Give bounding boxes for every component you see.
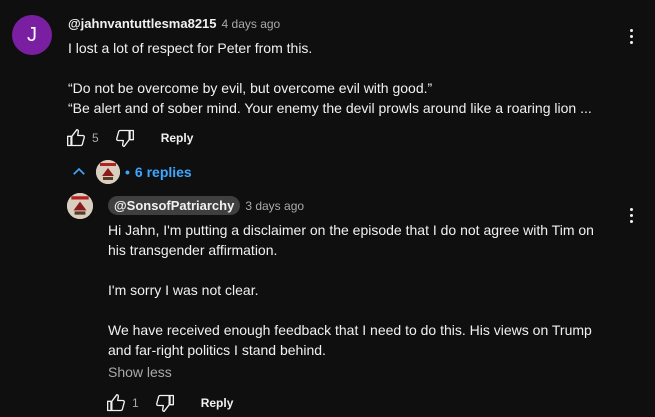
thumb-up-icon bbox=[107, 394, 125, 412]
reply-timestamp[interactable]: 3 days ago bbox=[245, 199, 304, 213]
dislike-button[interactable] bbox=[113, 126, 137, 150]
replies-dot: • bbox=[125, 164, 130, 180]
replier-avatar bbox=[96, 160, 120, 184]
like-count: 5 bbox=[92, 131, 99, 145]
reply-button[interactable]: Reply bbox=[161, 131, 194, 145]
commenter-avatar[interactable]: J bbox=[12, 15, 52, 55]
comment-line: “Do not be overcome by evil, but overcom… bbox=[68, 80, 433, 96]
thumb-down-icon bbox=[155, 394, 174, 412]
chevron-up-icon bbox=[73, 167, 85, 175]
thumb-down-icon bbox=[115, 129, 134, 147]
more-vert-icon bbox=[629, 207, 633, 211]
thumb-up-icon bbox=[67, 129, 85, 147]
reply-button[interactable]: Reply bbox=[201, 396, 234, 410]
comment-actions: 5 Reply bbox=[64, 126, 193, 150]
reply-line-blank bbox=[108, 300, 618, 320]
reply-line: and far-right politics I stand behind. bbox=[108, 342, 326, 358]
comment-line-blank bbox=[68, 58, 608, 78]
reply-line-blank bbox=[108, 260, 618, 280]
reply-header: @SonsofPatriarchy 3 days ago bbox=[108, 196, 304, 215]
show-less-container: Show less bbox=[108, 364, 172, 382]
reply-line: We have received enough feedback that I … bbox=[108, 322, 592, 338]
sons-of-patriarchy-logo bbox=[96, 160, 120, 184]
like-count: 1 bbox=[132, 396, 139, 410]
reply-more-button[interactable] bbox=[621, 203, 641, 227]
comment-more-button[interactable] bbox=[621, 24, 641, 48]
avatar-letter: J bbox=[27, 23, 37, 46]
reply-line: Hi Jahn, I'm putting a disclaimer on the… bbox=[108, 222, 594, 238]
replies-toggle[interactable]: • 6 replies bbox=[70, 160, 192, 184]
reply-body: Hi Jahn, I'm putting a disclaimer on the… bbox=[108, 220, 618, 360]
reply-author-avatar[interactable] bbox=[67, 193, 93, 219]
show-less-button[interactable]: Show less bbox=[108, 364, 172, 380]
reply-author-chip[interactable]: @SonsofPatriarchy bbox=[108, 196, 241, 215]
more-vert-icon bbox=[629, 28, 633, 32]
sons-of-patriarchy-logo bbox=[67, 193, 93, 219]
comment-author[interactable]: @jahnvantuttlesma8215 bbox=[68, 16, 217, 31]
comment-header: @jahnvantuttlesma8215 4 days ago bbox=[68, 16, 280, 31]
comment-body: I lost a lot of respect for Peter from t… bbox=[68, 38, 608, 118]
like-button[interactable] bbox=[64, 126, 88, 150]
reply-line: his transgender affirmation. bbox=[108, 242, 278, 258]
comment-line: “Be alert and of sober mind. Your enemy … bbox=[68, 100, 592, 116]
reply-actions: 1 Reply bbox=[104, 391, 233, 415]
like-button[interactable] bbox=[104, 391, 128, 415]
replies-count[interactable]: 6 replies bbox=[135, 164, 192, 180]
reply-line: I'm sorry I was not clear. bbox=[108, 282, 259, 298]
comment-timestamp[interactable]: 4 days ago bbox=[222, 17, 281, 31]
dislike-button[interactable] bbox=[153, 391, 177, 415]
comment-line: I lost a lot of respect for Peter from t… bbox=[68, 40, 313, 56]
